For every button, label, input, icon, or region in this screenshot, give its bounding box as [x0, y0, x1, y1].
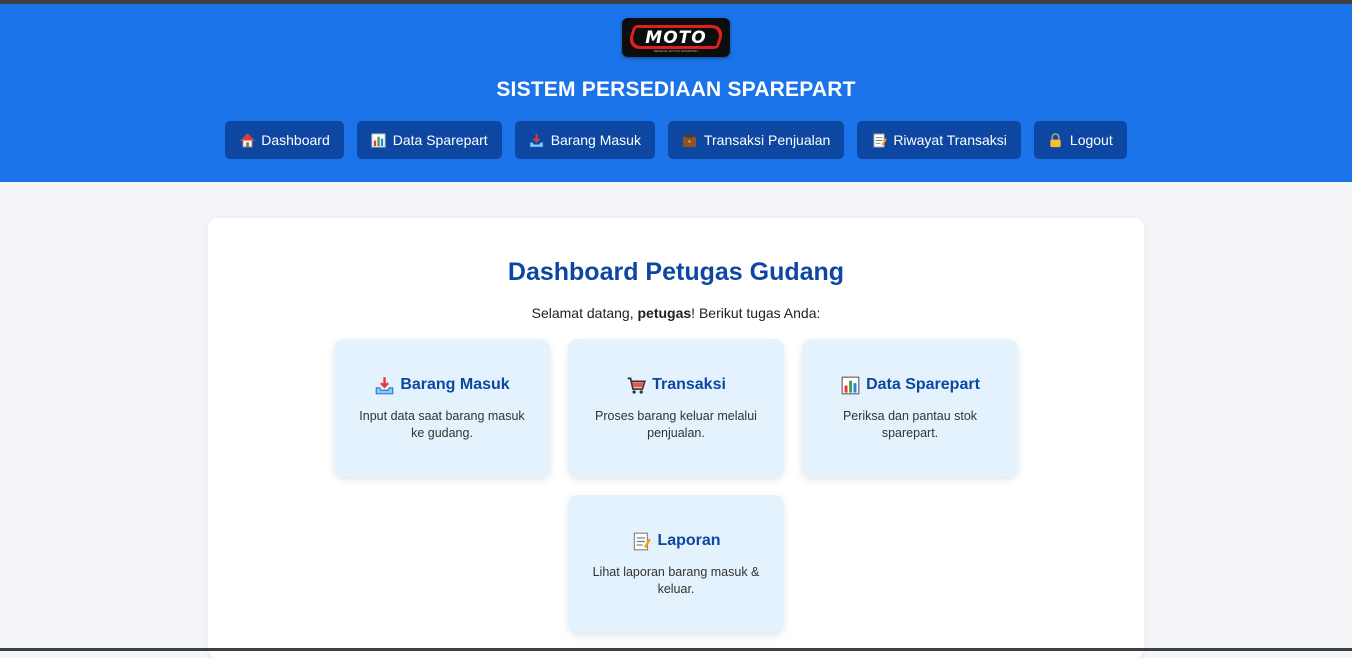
welcome-message: Selamat datang, petugas! Berikut tugas A… [208, 305, 1144, 321]
nav-transaksi-penjualan-button[interactable]: Transaksi Penjualan [667, 121, 845, 159]
card-data-sparepart[interactable]: Data Sparepart Periksa dan pantau stok s… [802, 339, 1018, 477]
logo-subtext: BENGKEL MOTOR SPAREPART [653, 49, 699, 53]
app-title: SISTEM PERSEDIAAN SPAREPART [496, 78, 856, 101]
nav-data-sparepart-label: Data Sparepart [392, 132, 488, 148]
bar-chart-icon [371, 132, 387, 148]
card-laporan-desc: Lihat laporan barang masuk & keluar. [592, 565, 760, 596]
card-laporan-label: Laporan [657, 532, 721, 549]
bar-chart-icon [840, 375, 860, 395]
nav-riwayat-transaksi-label: Riwayat Transaksi [893, 132, 1007, 148]
inbox-tray-icon [374, 375, 394, 395]
card-data-sparepart-desc: Periksa dan pantau stok sparepart. [842, 409, 978, 440]
briefcase-icon [682, 132, 698, 148]
nav-transaksi-penjualan-label: Transaksi Penjualan [703, 132, 831, 148]
brand-logo[interactable]: MOTO BENGKEL MOTOR SPAREPART [622, 18, 730, 57]
nav-barang-masuk-label: Barang Masuk [550, 132, 641, 148]
nav-barang-masuk-button[interactable]: Barang Masuk [514, 121, 655, 159]
card-barang-masuk[interactable]: Barang Masuk Input data saat barang masu… [334, 339, 550, 477]
nav-logout-label: Logout [1069, 132, 1113, 148]
nav-dashboard-button[interactable]: Dashboard [225, 121, 344, 159]
card-barang-masuk-desc: Input data saat barang masuk ke gudang. [359, 409, 525, 440]
house-icon [239, 132, 255, 148]
card-data-sparepart-title: Data Sparepart [802, 375, 1018, 395]
card-transaksi-title: Transaksi [568, 375, 784, 395]
card-barang-masuk-label: Barang Masuk [400, 376, 510, 393]
lock-icon [1048, 132, 1064, 148]
card-data-sparepart-label: Data Sparepart [866, 376, 980, 393]
nav-data-sparepart-button[interactable]: Data Sparepart [356, 121, 502, 159]
welcome-prefix: Selamat datang, [531, 305, 638, 321]
card-barang-masuk-title: Barang Masuk [334, 375, 550, 395]
inbox-tray-icon [529, 132, 545, 148]
nav-riwayat-transaksi-button[interactable]: Riwayat Transaksi [857, 121, 1021, 159]
card-transaksi[interactable]: Transaksi Proses barang keluar melalui p… [568, 339, 784, 477]
logo-text: MOTO [645, 27, 707, 48]
card-transaksi-desc: Proses barang keluar melalui penjualan. [595, 409, 757, 440]
app-header: MOTO BENGKEL MOTOR SPAREPART SISTEM PERS… [0, 4, 1352, 182]
shopping-cart-icon [626, 375, 646, 395]
main-nav: Dashboard Data Sparepart Barang Masuk Tr… [0, 121, 1352, 159]
card-laporan-title: Laporan [568, 531, 784, 551]
nav-dashboard-label: Dashboard [261, 132, 330, 148]
memo-icon [631, 531, 651, 551]
dashboard-panel: Dashboard Petugas Gudang Selamat datang,… [208, 218, 1144, 658]
welcome-username: petugas [637, 305, 692, 321]
card-transaksi-label: Transaksi [652, 376, 726, 393]
memo-icon [871, 132, 887, 148]
nav-logout-button[interactable]: Logout [1033, 121, 1127, 159]
page-title: Dashboard Petugas Gudang [507, 258, 845, 286]
welcome-suffix: ! Berikut tugas Anda: [691, 305, 821, 321]
card-laporan[interactable]: Laporan Lihat laporan barang masuk & kel… [568, 495, 784, 633]
